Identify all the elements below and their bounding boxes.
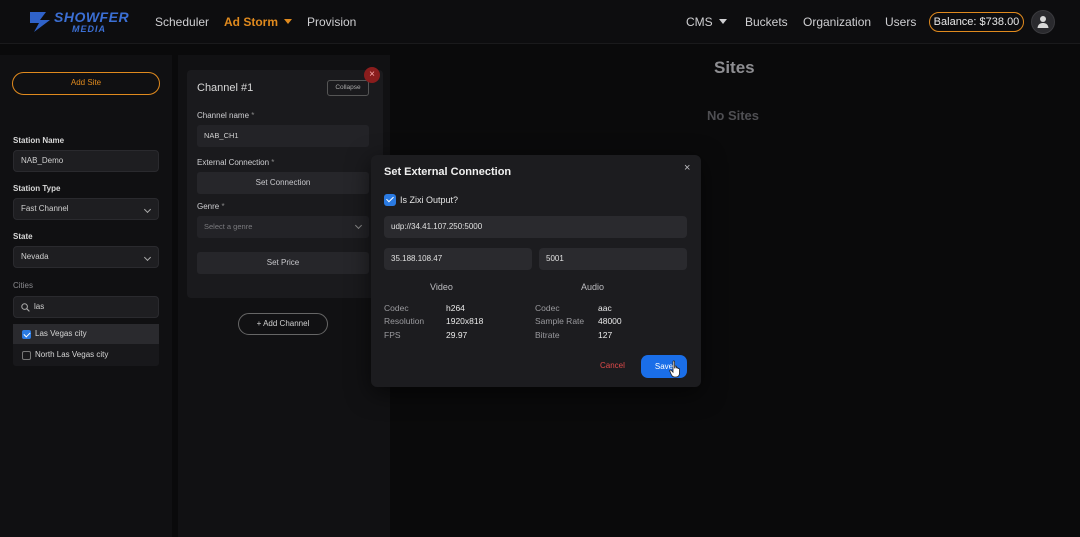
checkbox-icon[interactable] — [22, 351, 31, 360]
nav-scheduler[interactable]: Scheduler — [155, 15, 209, 29]
balance-badge[interactable]: Balance: $738.00 — [929, 12, 1024, 32]
ip-address-field[interactable]: 35.188.108.47 — [384, 248, 532, 270]
required-mark: * — [251, 111, 255, 120]
top-nav-bar: SHOWFER MEDIA Scheduler Ad Storm Provisi… — [0, 0, 1080, 44]
zixi-output-checkbox[interactable] — [384, 194, 396, 206]
cities-label: Cities — [13, 281, 34, 290]
add-channel-button[interactable]: + Add Channel — [238, 313, 328, 335]
cities-search-input[interactable]: las — [13, 296, 159, 318]
dialog-title: Set External Connection — [384, 166, 512, 178]
close-icon[interactable]: × — [684, 162, 690, 174]
sites-heading: Sites — [714, 58, 755, 77]
nav-provision[interactable]: Provision — [307, 15, 356, 29]
genre-select[interactable]: Select a genre — [197, 216, 369, 238]
genre-label-text: Genre — [197, 202, 220, 211]
channel-card: Channel #1 Collapse Channel name * NAB_C… — [187, 70, 383, 298]
collapse-button[interactable]: Collapse — [327, 80, 369, 96]
state-value: Nevada — [21, 252, 49, 261]
video-codec-key: Codec — [384, 303, 409, 313]
search-icon — [21, 303, 30, 312]
logo-text: SHOWFER — [54, 9, 130, 25]
video-fps-value: 29.97 — [446, 330, 468, 340]
chevron-down-icon — [284, 19, 292, 24]
city-name: Las Vegas city — [35, 329, 87, 338]
station-type-select[interactable]: Fast Channel — [13, 198, 159, 220]
nav-users[interactable]: Users — [885, 15, 916, 29]
audio-codec-value: aac — [598, 303, 612, 313]
logo-mark-icon — [30, 12, 50, 32]
set-connection-button[interactable]: Set Connection — [197, 172, 369, 194]
showfer-logo[interactable]: SHOWFER MEDIA — [28, 9, 130, 35]
chevron-down-icon — [143, 253, 152, 262]
channel-name-label: Channel name * — [197, 111, 254, 120]
video-codec-value: h264 — [446, 303, 465, 313]
station-name-label: Station Name — [13, 136, 65, 145]
audio-sample-rate-value: 48000 — [598, 316, 622, 326]
station-name-field[interactable]: NAB_Demo — [13, 150, 159, 172]
set-price-button[interactable]: Set Price — [197, 252, 369, 274]
logo-subtext: MEDIA — [72, 24, 106, 34]
add-channel-label: Add Channel — [263, 319, 310, 328]
nav-cms[interactable]: CMS — [686, 15, 727, 29]
channel-title: Channel #1 — [197, 82, 254, 94]
add-site-button[interactable]: Add Site — [12, 72, 160, 95]
audio-bitrate-value: 127 — [598, 330, 613, 340]
nav-organization[interactable]: Organization — [803, 15, 871, 29]
required-mark: * — [221, 202, 225, 211]
checkbox-checked-icon[interactable] — [22, 330, 31, 339]
video-resolution-key: Resolution — [384, 316, 425, 326]
port-field[interactable]: 5001 — [539, 248, 687, 270]
set-external-connection-dialog: Set External Connection × Is Zixi Output… — [371, 155, 701, 387]
station-type-label: Station Type — [13, 184, 61, 193]
nav-buckets[interactable]: Buckets — [745, 15, 788, 29]
genre-label: Genre * — [197, 202, 225, 211]
channel-name-label-text: Channel name — [197, 111, 250, 120]
site-form-panel: Add Site Station Name NAB_Demo Station T… — [0, 55, 172, 537]
video-heading: Video — [430, 282, 453, 292]
cities-search-value: las — [34, 302, 45, 311]
hand-cursor-icon — [669, 360, 680, 378]
genre-placeholder: Select a genre — [204, 222, 253, 231]
zixi-output-label: Is Zixi Output? — [400, 195, 459, 205]
list-item[interactable]: Las Vegas city — [13, 324, 159, 344]
city-name: North Las Vegas city — [35, 350, 109, 359]
video-resolution-value: 1920x818 — [446, 316, 484, 326]
external-connection-label-text: External Connection — [197, 158, 270, 167]
cancel-button[interactable]: Cancel — [600, 361, 625, 370]
cities-list: Las Vegas city North Las Vegas city — [13, 324, 159, 366]
audio-heading: Audio — [581, 282, 605, 292]
audio-sample-rate-key: Sample Rate — [535, 316, 585, 326]
chevron-down-icon — [143, 205, 152, 214]
list-item[interactable]: North Las Vegas city — [13, 345, 159, 365]
channel-name-field[interactable]: NAB_CH1 — [197, 125, 369, 147]
audio-codec-key: Codec — [535, 303, 560, 313]
remove-channel-close-icon[interactable]: × — [364, 67, 380, 83]
state-select[interactable]: Nevada — [13, 246, 159, 268]
nav-ad-storm[interactable]: Ad Storm — [224, 15, 292, 29]
nav-cms-label: CMS — [686, 15, 713, 29]
user-icon — [1037, 16, 1049, 28]
external-connection-label: External Connection * — [197, 158, 274, 167]
stream-url-field[interactable]: udp://34.41.107.250:5000 — [384, 216, 687, 238]
empty-state-text: No Sites — [707, 108, 760, 123]
station-type-value: Fast Channel — [21, 204, 69, 213]
video-fps-key: FPS — [384, 330, 401, 340]
nav-ad-storm-label: Ad Storm — [224, 15, 278, 29]
state-label: State — [13, 232, 33, 241]
user-avatar[interactable] — [1031, 10, 1055, 34]
chevron-down-icon — [354, 221, 363, 230]
audio-bitrate-key: Bitrate — [535, 330, 560, 340]
chevron-down-icon — [718, 19, 727, 24]
required-mark: * — [271, 158, 275, 167]
